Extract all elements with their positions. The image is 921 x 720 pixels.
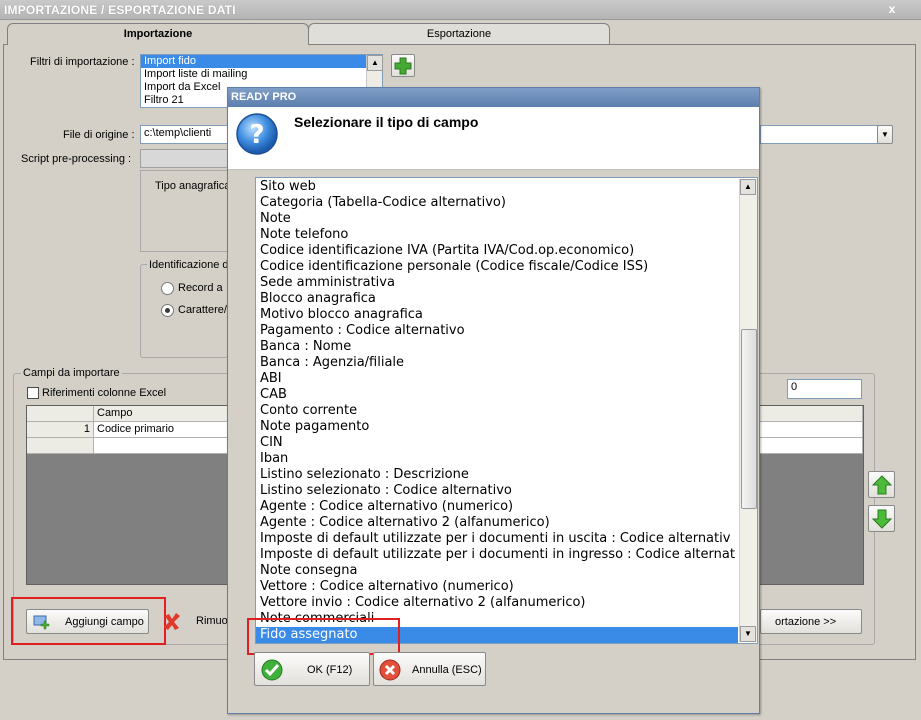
radio-carattere[interactable] <box>161 304 174 317</box>
dialog-header: ? Selezionare il tipo di campo <box>228 107 759 170</box>
field-type-item[interactable]: ABI <box>256 371 738 387</box>
question-icon: ? <box>236 113 278 155</box>
field-type-item[interactable]: Blocco anagrafica <box>256 291 738 307</box>
field-type-item[interactable]: Banca : Agenzia/filiale <box>256 355 738 371</box>
move-down-button[interactable] <box>868 505 895 532</box>
cancel-button-label: Annulla (ESC) <box>412 664 482 676</box>
identificazione-label: Identificazione d <box>147 259 231 271</box>
dialog-heading: Selezionare il tipo di campo <box>294 114 479 130</box>
arrow-up-icon <box>871 475 892 495</box>
cancel-icon <box>379 659 401 681</box>
filter-item[interactable]: Import liste di mailing <box>141 68 382 81</box>
radio-record[interactable] <box>161 282 174 295</box>
field-type-item[interactable]: Iban <box>256 451 738 467</box>
import-button[interactable]: ortazione >> <box>760 609 862 634</box>
field-type-item[interactable]: Categoria (Tabella-Codice alternativo) <box>256 195 738 211</box>
svg-text:?: ? <box>249 120 264 150</box>
field-type-item[interactable]: Pagamento : Codice alternativo <box>256 323 738 339</box>
campi-label: Campi da importare <box>21 367 122 379</box>
chevron-down-icon: ▼ <box>881 130 889 139</box>
filter-item[interactable]: Import fido <box>141 55 382 68</box>
add-filter-button[interactable] <box>391 54 415 77</box>
field-type-item[interactable]: Banca : Nome <box>256 339 738 355</box>
identificazione-group: Identificazione d Record a Carattere/ <box>140 259 231 358</box>
remove-field-label: Rimuo <box>196 615 228 627</box>
tab-esportazione[interactable]: Esportazione <box>308 23 610 44</box>
field-type-item[interactable]: Vettore : Codice alternativo (numerico) <box>256 579 738 595</box>
field-type-dialog: READY PRO ? Selezionare il tipo di campo… <box>227 87 760 714</box>
field-type-item[interactable]: Imposte di default utilizzate per i docu… <box>256 531 738 547</box>
script-label: Script pre-processing : <box>21 153 132 165</box>
main-titlebar: IMPORTAZIONE / ESPORTAZIONE DATI x <box>0 0 921 20</box>
numeric-input[interactable]: 0 <box>787 379 862 399</box>
field-type-item[interactable]: Agente : Codice alternativo (numerico) <box>256 499 738 515</box>
tipo-anagrafica-group: Tipo anagrafica <box>140 170 231 252</box>
highlight-fido-assegnato <box>247 618 400 655</box>
grid-row-number: 1 <box>27 422 94 438</box>
field-type-item[interactable]: Note telefono <box>256 227 738 243</box>
field-type-item[interactable]: Agente : Codice alternativo 2 (alfanumer… <box>256 515 738 531</box>
move-up-button[interactable] <box>868 471 895 498</box>
file-origin-input[interactable]: c:\temp\clienti <box>140 125 240 144</box>
highlight-add-field <box>11 597 166 645</box>
riferimenti-label: Riferimenti colonne Excel <box>42 387 167 399</box>
field-type-item[interactable]: Conto corrente <box>256 403 738 419</box>
ok-button-label: OK (F12) <box>307 664 353 676</box>
close-icon[interactable]: x <box>884 2 900 17</box>
arrow-down-icon <box>871 509 892 529</box>
grid-row-number <box>27 438 94 454</box>
field-type-item[interactable]: Listino selezionato : Descrizione <box>256 467 738 483</box>
field-type-item[interactable]: Imposte di default utilizzate per i docu… <box>256 547 738 563</box>
field-list-scrollbar[interactable]: ▲ ▼ <box>739 179 757 642</box>
import-button-label: ortazione >> <box>775 616 837 628</box>
radio-carattere-label: Carattere/ <box>178 304 227 316</box>
field-type-item[interactable]: Motivo blocco anagrafica <box>256 307 738 323</box>
main-window-title: IMPORTAZIONE / ESPORTAZIONE DATI <box>4 3 236 17</box>
field-type-item[interactable]: Codice identificazione IVA (Partita IVA/… <box>256 243 738 259</box>
field-type-item[interactable]: CIN <box>256 435 738 451</box>
file-dropdown-button[interactable]: ▼ <box>877 125 893 144</box>
field-type-item[interactable]: Note consegna <box>256 563 738 579</box>
script-input[interactable] <box>140 149 228 168</box>
file-origin-input-extension[interactable] <box>760 125 878 144</box>
remove-field-button[interactable]: Rimuo <box>160 609 230 634</box>
tab-importazione[interactable]: Importazione <box>7 23 309 45</box>
ok-button[interactable]: OK (F12) <box>254 652 370 686</box>
dialog-titlebar: READY PRO <box>228 88 759 107</box>
field-type-item[interactable]: Listino selezionato : Codice alternativo <box>256 483 738 499</box>
checkmark-icon <box>261 659 283 681</box>
field-type-item[interactable]: CAB <box>256 387 738 403</box>
field-type-rows: Sito web Categoria (Tabella-Codice altern… <box>256 179 738 643</box>
grid-header-num <box>27 406 94 422</box>
cancel-button[interactable]: Annulla (ESC) <box>373 652 486 686</box>
file-origin-label: File di origine : <box>63 129 135 141</box>
filters-label: Filtri di importazione : <box>30 56 135 68</box>
radio-record-label: Record a <box>178 282 223 294</box>
field-type-item[interactable]: Codice identificazione personale (Codice… <box>256 259 738 275</box>
scroll-up-icon[interactable]: ▲ <box>367 55 383 71</box>
field-type-item[interactable]: Note <box>256 211 738 227</box>
radio-selected-dot <box>165 308 170 313</box>
field-type-listbox[interactable]: Sito web Categoria (Tabella-Codice altern… <box>255 177 758 644</box>
riferimenti-checkbox[interactable] <box>27 387 39 399</box>
field-type-item[interactable]: Sito web <box>256 179 738 195</box>
plus-icon <box>394 57 412 75</box>
remove-icon <box>164 613 180 630</box>
field-type-item[interactable]: Sede amministrativa <box>256 275 738 291</box>
field-type-item[interactable]: Vettore invio : Codice alternativo 2 (al… <box>256 595 738 611</box>
scroll-down-icon[interactable]: ▼ <box>740 626 756 642</box>
tipo-anagrafica-label: Tipo anagrafica <box>155 180 231 192</box>
scroll-up-icon[interactable]: ▲ <box>740 179 756 195</box>
field-type-item[interactable]: Note pagamento <box>256 419 738 435</box>
dialog-title: READY PRO <box>231 91 297 103</box>
scroll-thumb[interactable] <box>741 329 757 509</box>
